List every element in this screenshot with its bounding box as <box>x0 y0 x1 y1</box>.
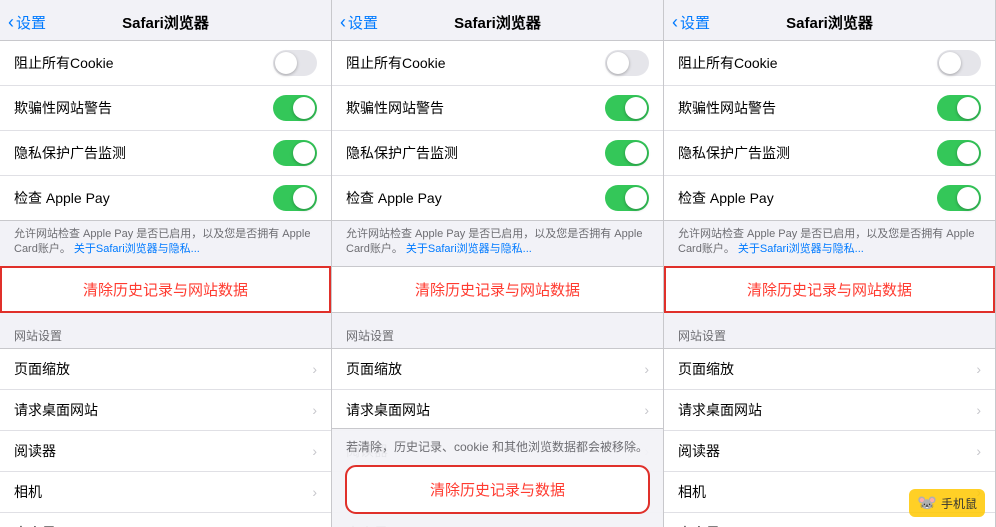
website-settings-header-1: 网站设置 <box>0 313 331 348</box>
back-label-1: 设置 <box>16 12 46 33</box>
toggle-item-cookie-3[interactable]: 阻止所有Cookie <box>664 41 995 86</box>
chevron-zoom-3: › <box>976 361 981 377</box>
toggle-label-cookie-3: 阻止所有Cookie <box>678 53 778 73</box>
toggle-privacy-1[interactable] <box>273 140 317 166</box>
toggle-label-cookie-2: 阻止所有Cookie <box>346 53 446 73</box>
chevron-reader-3: › <box>976 443 981 459</box>
toggle-cookie-3[interactable] <box>937 50 981 76</box>
apple-pay-link-3[interactable]: 关于Safari浏览器与隐私... <box>738 243 864 255</box>
toggle-label-fraud-1: 欺骗性网站警告 <box>14 98 112 118</box>
apple-pay-desc-2: 允许网站检查 Apple Pay 是否已启用，以及您是否拥有 Apple Car… <box>332 221 663 266</box>
website-settings-header-2: 网站设置 <box>332 313 663 348</box>
toggle-label-privacy-3: 隐私保护广告监测 <box>678 143 790 163</box>
toggle-fraud-1[interactable] <box>273 95 317 121</box>
header-1: ‹ 设置 Safari浏览器 <box>0 0 331 40</box>
nav-item-desktop-1[interactable]: 请求桌面网站 › <box>0 390 331 431</box>
toggle-item-cookie-1[interactable]: 阻止所有Cookie <box>0 41 331 86</box>
watermark-icon: 🐭 <box>917 493 937 513</box>
nav-item-desktop-2[interactable]: 请求桌面网站 › <box>332 390 663 431</box>
clear-history-btn-3[interactable]: 清除历史记录与网站数据 <box>664 266 995 313</box>
apple-pay-desc-1: 允许网站检查 Apple Pay 是否已启用，以及您是否拥有 Apple Car… <box>0 221 331 266</box>
toggle-fraud-3[interactable] <box>937 95 981 121</box>
toggle-label-privacy-1: 隐私保护广告监测 <box>14 143 126 163</box>
clear-history-overlay: 若清除，历史记录、cookie 和其他浏览数据都会被移除。 清除历史记录与数据 <box>332 428 663 527</box>
overlay-text: 若清除，历史记录、cookie 和其他浏览数据都会被移除。 <box>346 439 649 456</box>
toggle-item-applepay-2[interactable]: 检查 Apple Pay <box>332 176 663 220</box>
apple-pay-link-2[interactable]: 关于Safari浏览器与隐私... <box>406 243 532 255</box>
toggle-label-privacy-2: 隐私保护广告监测 <box>346 143 458 163</box>
watermark-text: 手机鼠 <box>941 495 977 512</box>
chevron-camera-1: › <box>312 484 317 500</box>
header-2: ‹ 设置 Safari浏览器 <box>332 0 663 40</box>
nav-item-mic-1[interactable]: 麦克风 › <box>0 513 331 527</box>
chevron-zoom-2: › <box>644 361 649 377</box>
header-title-3: Safari浏览器 <box>786 12 873 33</box>
nav-item-reader-3[interactable]: 阅读器 › <box>664 431 995 472</box>
toggle-privacy-3[interactable] <box>937 140 981 166</box>
chevron-zoom-1: › <box>312 361 317 377</box>
toggle-label-cookie-1: 阻止所有Cookie <box>14 53 114 73</box>
apple-pay-desc-3: 允许网站检查 Apple Pay 是否已启用，以及您是否拥有 Apple Car… <box>664 221 995 266</box>
clear-history-btn-1[interactable]: 清除历史记录与网站数据 <box>0 266 331 313</box>
toggle-cookie-1[interactable] <box>273 50 317 76</box>
back-button-3[interactable]: ‹ 设置 <box>672 12 710 33</box>
nav-item-zoom-1[interactable]: 页面缩放 › <box>0 349 331 390</box>
toggle-applepay-2[interactable] <box>605 185 649 211</box>
back-label-2: 设置 <box>348 12 378 33</box>
clear-history-btn-2[interactable]: 清除历史记录与网站数据 <box>332 266 663 313</box>
header-3: ‹ 设置 Safari浏览器 <box>664 0 995 40</box>
toggle-label-applepay-1: 检查 Apple Pay <box>14 188 110 208</box>
back-chevron-3: ‹ <box>672 12 678 33</box>
toggle-section-3: 阻止所有Cookie 欺骗性网站警告 隐私保护广告监测 检查 Apple Pay <box>664 40 995 221</box>
back-label-3: 设置 <box>680 12 710 33</box>
panel-1: ‹ 设置 Safari浏览器 阻止所有Cookie 欺骗性网站警告 隐私保护广告… <box>0 0 332 527</box>
back-button-1[interactable]: ‹ 设置 <box>8 12 46 33</box>
toggle-applepay-3[interactable] <box>937 185 981 211</box>
toggle-item-applepay-3[interactable]: 检查 Apple Pay <box>664 176 995 220</box>
overlay-clear-btn[interactable]: 清除历史记录与数据 <box>346 466 649 513</box>
header-title-2: Safari浏览器 <box>454 12 541 33</box>
back-button-2[interactable]: ‹ 设置 <box>340 12 378 33</box>
toggle-label-applepay-3: 检查 Apple Pay <box>678 188 774 208</box>
nav-item-zoom-3[interactable]: 页面缩放 › <box>664 349 995 390</box>
toggle-item-applepay-1[interactable]: 检查 Apple Pay <box>0 176 331 220</box>
toggle-section-2: 阻止所有Cookie 欺骗性网站警告 隐私保护广告监测 检查 Apple Pay <box>332 40 663 221</box>
nav-item-zoom-2[interactable]: 页面缩放 › <box>332 349 663 390</box>
header-title-1: Safari浏览器 <box>122 12 209 33</box>
watermark: 🐭 手机鼠 <box>909 489 985 517</box>
toggle-item-fraud-3[interactable]: 欺骗性网站警告 <box>664 86 995 131</box>
nav-item-reader-1[interactable]: 阅读器 › <box>0 431 331 472</box>
panel-3: ‹ 设置 Safari浏览器 阻止所有Cookie 欺骗性网站警告 隐私保护广告… <box>664 0 996 527</box>
toggle-item-fraud-1[interactable]: 欺骗性网站警告 <box>0 86 331 131</box>
back-chevron-2: ‹ <box>340 12 346 33</box>
toggle-label-fraud-3: 欺骗性网站警告 <box>678 98 776 118</box>
toggle-label-fraud-2: 欺骗性网站警告 <box>346 98 444 118</box>
toggle-item-privacy-3[interactable]: 隐私保护广告监测 <box>664 131 995 176</box>
chevron-desktop-3: › <box>976 402 981 418</box>
apple-pay-link-1[interactable]: 关于Safari浏览器与隐私... <box>74 243 200 255</box>
toggle-fraud-2[interactable] <box>605 95 649 121</box>
back-chevron-1: ‹ <box>8 12 14 33</box>
panel-2: ‹ 设置 Safari浏览器 阻止所有Cookie 欺骗性网站警告 隐私保护广告… <box>332 0 664 527</box>
toggle-label-applepay-2: 检查 Apple Pay <box>346 188 442 208</box>
chevron-desktop-2: › <box>644 402 649 418</box>
website-settings-section-1: 页面缩放 › 请求桌面网站 › 阅读器 › 相机 › 麦克风 › 位置 › <box>0 348 331 527</box>
toggle-item-privacy-1[interactable]: 隐私保护广告监测 <box>0 131 331 176</box>
nav-item-camera-1[interactable]: 相机 › <box>0 472 331 513</box>
nav-item-desktop-3[interactable]: 请求桌面网站 › <box>664 390 995 431</box>
website-settings-header-3: 网站设置 <box>664 313 995 348</box>
toggle-item-fraud-2[interactable]: 欺骗性网站警告 <box>332 86 663 131</box>
toggle-item-privacy-2[interactable]: 隐私保护广告监测 <box>332 131 663 176</box>
chevron-desktop-1: › <box>312 402 317 418</box>
toggle-section-1: 阻止所有Cookie 欺骗性网站警告 隐私保护广告监测 检查 Apple Pay <box>0 40 331 221</box>
toggle-applepay-1[interactable] <box>273 185 317 211</box>
chevron-reader-1: › <box>312 443 317 459</box>
toggle-item-cookie-2[interactable]: 阻止所有Cookie <box>332 41 663 86</box>
toggle-cookie-2[interactable] <box>605 50 649 76</box>
toggle-privacy-2[interactable] <box>605 140 649 166</box>
